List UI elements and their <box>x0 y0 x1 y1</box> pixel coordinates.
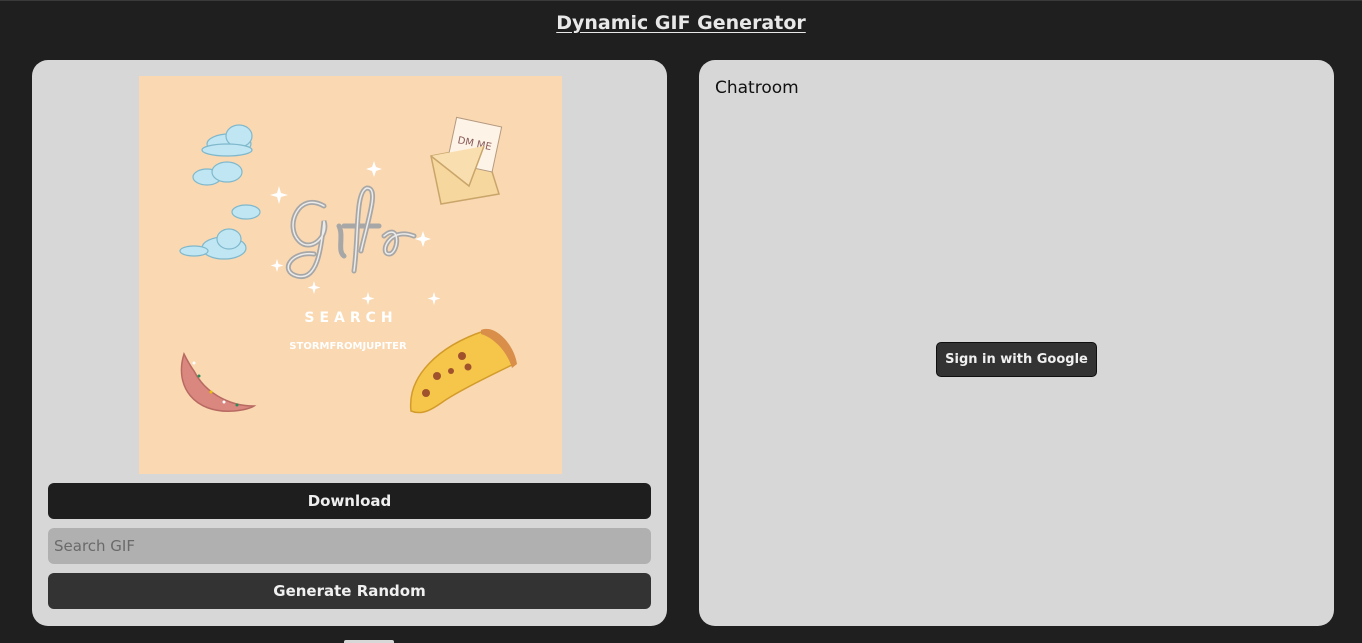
page-title: Dynamic GIF Generator <box>556 12 806 34</box>
search-gif-input[interactable] <box>48 528 651 564</box>
cloud-icon <box>179 124 261 260</box>
gif-credit-text: STORMFROMJUPITER <box>289 341 407 352</box>
chatroom-title: Chatroom <box>715 78 799 98</box>
donut-icon <box>180 351 257 412</box>
gif-search-text: SEARCH <box>304 310 397 326</box>
gif-image: SEARCH STORMFROMJUPITER DM ME <box>139 76 562 474</box>
top-border <box>0 0 1362 1</box>
download-button[interactable]: Download <box>48 483 651 519</box>
chatroom-panel: Chatroom Sign in with Google <box>699 60 1334 626</box>
generate-random-button[interactable]: Generate Random <box>48 573 651 609</box>
sign-in-google-button[interactable]: Sign in with Google <box>936 342 1097 377</box>
pizza-icon <box>409 328 517 414</box>
envelope-icon: DM ME <box>430 116 503 205</box>
gifs-logo-icon <box>285 185 417 279</box>
gif-panel: SEARCH STORMFROMJUPITER DM ME Download S… <box>32 60 667 626</box>
